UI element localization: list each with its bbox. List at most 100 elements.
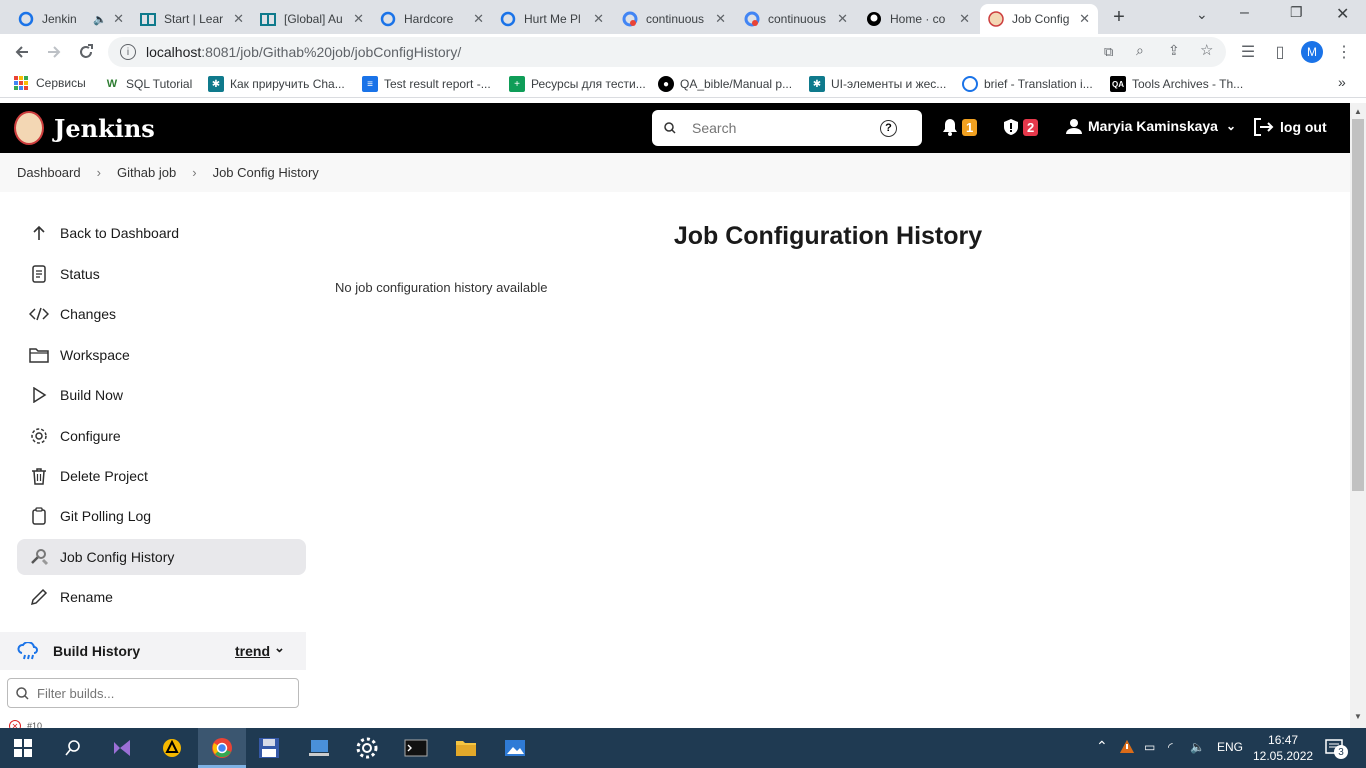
side-panel-icon[interactable]: ▯ (1268, 40, 1292, 64)
notifications-button[interactable]: 1 (942, 118, 978, 136)
trend-link[interactable]: trend (235, 643, 270, 659)
breadcrumb-current[interactable]: Job Config History (213, 165, 319, 180)
tools-icon (29, 547, 49, 567)
browser-tab[interactable]: continuous ✕ (614, 4, 734, 34)
scroll-down-icon[interactable]: ▼ (1354, 712, 1362, 721)
security-button[interactable]: 2 (1003, 118, 1039, 136)
forward-arrow-icon[interactable] (42, 40, 66, 64)
bookmark-item[interactable]: ≡ Test result report -... (362, 76, 491, 92)
browser-tab[interactable]: Home · co ✕ (858, 4, 978, 34)
reading-list-icon[interactable]: ☰ (1236, 40, 1260, 64)
close-tab-icon[interactable]: ✕ (113, 11, 124, 27)
tab-search-chevron-icon[interactable]: ⌄ (1196, 6, 1208, 23)
more-bookmarks-icon[interactable]: » (1338, 74, 1346, 90)
sidebar-item-changes[interactable]: Changes (17, 296, 306, 332)
sidebar-item-job-config-history[interactable]: Job Config History (17, 539, 306, 575)
scrollbar-thumb[interactable] (1352, 119, 1364, 491)
search-g-icon (622, 11, 638, 27)
remote-desktop-icon[interactable] (306, 736, 332, 760)
close-window-icon[interactable]: ✕ (1336, 4, 1349, 24)
close-tab-icon[interactable]: ✕ (353, 11, 364, 27)
browser-tab[interactable]: Jenkin 🔈 ✕ (10, 4, 132, 34)
sidebar-item-build-now[interactable]: Build Now (17, 377, 306, 413)
sidebar-item-back-to-dashboard[interactable]: Back to Dashboard (17, 215, 306, 251)
sidebar-item-status[interactable]: Status (17, 256, 306, 292)
search-input[interactable] (690, 119, 880, 137)
browser-tab[interactable]: Hardcore ✕ (372, 4, 492, 34)
scroll-up-icon[interactable]: ▲ (1354, 107, 1362, 116)
bookmark-item[interactable]: brief - Translation i... (962, 76, 1093, 92)
photos-icon[interactable] (502, 736, 528, 760)
wifi-icon[interactable]: ◜ (1168, 740, 1173, 754)
visual-studio-icon[interactable] (110, 736, 136, 760)
chevron-down-icon[interactable]: ⌄ (1226, 119, 1236, 133)
bookmark-item[interactable]: ● QA_bible/Manual p... (658, 76, 792, 92)
settings-gear-icon[interactable] (354, 736, 380, 760)
warning-icon[interactable] (1119, 739, 1135, 757)
search-icon[interactable] (60, 736, 86, 760)
jenkins-logo-link[interactable]: Jenkins (14, 111, 155, 145)
volume-icon[interactable]: 🔈 (1190, 740, 1205, 754)
speaker-icon[interactable]: 🔈 (93, 13, 107, 26)
search-box[interactable]: ? (652, 110, 922, 146)
close-tab-icon[interactable]: ✕ (593, 11, 604, 27)
browser-tab-active[interactable]: Job Config ✕ (980, 4, 1098, 34)
sidebar-item-rename[interactable]: Rename (17, 579, 306, 615)
chrome-icon[interactable] (209, 736, 235, 760)
share-icon[interactable]: ⇪ (1168, 42, 1180, 59)
filter-builds-input[interactable] (35, 684, 285, 702)
profile-avatar[interactable]: M (1301, 41, 1323, 63)
info-icon[interactable]: i (120, 44, 136, 60)
restore-icon[interactable]: ❐ (1290, 4, 1303, 21)
browser-tab[interactable]: [Global] Au ✕ (252, 4, 372, 34)
close-tab-icon[interactable]: ✕ (837, 11, 848, 27)
address-bar[interactable]: i localhost:8081/job/Githab%20job/jobCon… (108, 37, 1226, 67)
sidebar: Back to Dashboard Status Changes Workspa… (0, 192, 323, 732)
bookmark-item[interactable]: + Ресурсы для тести... (509, 76, 646, 92)
sidebar-item-git-polling-log[interactable]: Git Polling Log (17, 498, 306, 534)
browser-tab[interactable]: Hurt Me Pl ✕ (492, 4, 612, 34)
file-explorer-icon[interactable] (453, 736, 479, 760)
logout-button[interactable]: log out (1254, 118, 1327, 136)
bookmark-item[interactable]: ✱ Как приручить Cha... (208, 76, 345, 92)
back-arrow-icon[interactable] (10, 40, 34, 64)
close-tab-icon[interactable]: ✕ (959, 11, 970, 27)
windows-start-icon[interactable] (10, 736, 36, 760)
browser-tab[interactable]: Start | Lear ✕ (132, 4, 252, 34)
app-triangle-icon[interactable] (159, 736, 185, 760)
bookmark-item[interactable]: ✱ UI-элементы и жес... (809, 76, 946, 92)
chevron-right-icon: › (192, 165, 197, 180)
menu-kebab-icon[interactable]: ⋮ (1332, 40, 1356, 64)
sidebar-item-workspace[interactable]: Workspace (17, 337, 306, 373)
language-indicator[interactable]: ENG (1217, 740, 1243, 754)
terminal-icon[interactable] (403, 736, 429, 760)
tray-chevron-up-icon[interactable]: ⌃ (1096, 738, 1108, 755)
user-menu[interactable]: Maryia Kaminskaya ⌄ (1066, 118, 1236, 134)
bookmark-item[interactable]: W SQL Tutorial (104, 76, 192, 92)
help-icon[interactable]: ? (880, 119, 897, 137)
notification-center-icon[interactable]: 3 (1324, 737, 1348, 760)
filter-builds-box[interactable] (7, 678, 299, 708)
zoom-icon[interactable]: ⌕ (1136, 42, 1144, 59)
close-tab-icon[interactable]: ✕ (1079, 11, 1090, 27)
reload-icon[interactable] (74, 40, 98, 64)
minimize-icon[interactable]: – (1240, 4, 1249, 22)
close-tab-icon[interactable]: ✕ (233, 11, 244, 27)
sidebar-item-configure[interactable]: Configure (17, 418, 306, 454)
save-disk-icon[interactable] (256, 736, 282, 760)
new-tab-icon[interactable]: + (1108, 6, 1130, 28)
translate-icon[interactable]: ⧉ (1104, 44, 1113, 60)
close-tab-icon[interactable]: ✕ (473, 11, 484, 27)
sidebar-item-delete-project[interactable]: Delete Project (17, 458, 306, 494)
browser-tab[interactable]: continuous ✕ (736, 4, 856, 34)
star-icon[interactable]: ☆ (1200, 41, 1213, 59)
close-tab-icon[interactable]: ✕ (715, 11, 726, 27)
battery-icon[interactable]: ▭ (1144, 740, 1155, 754)
chevron-down-icon[interactable]: ⌄ (274, 640, 285, 656)
clock[interactable]: 16:47 12.05.2022 (1253, 732, 1313, 764)
bookmark-item[interactable]: QA Tools Archives - Th... (1110, 76, 1243, 92)
breadcrumb-job[interactable]: Githab job (117, 165, 176, 180)
bookmark-item[interactable]: Сервисы (14, 76, 86, 90)
page-scrollbar[interactable]: ▲ ▼ (1350, 103, 1366, 728)
breadcrumb-dashboard[interactable]: Dashboard (17, 165, 81, 180)
